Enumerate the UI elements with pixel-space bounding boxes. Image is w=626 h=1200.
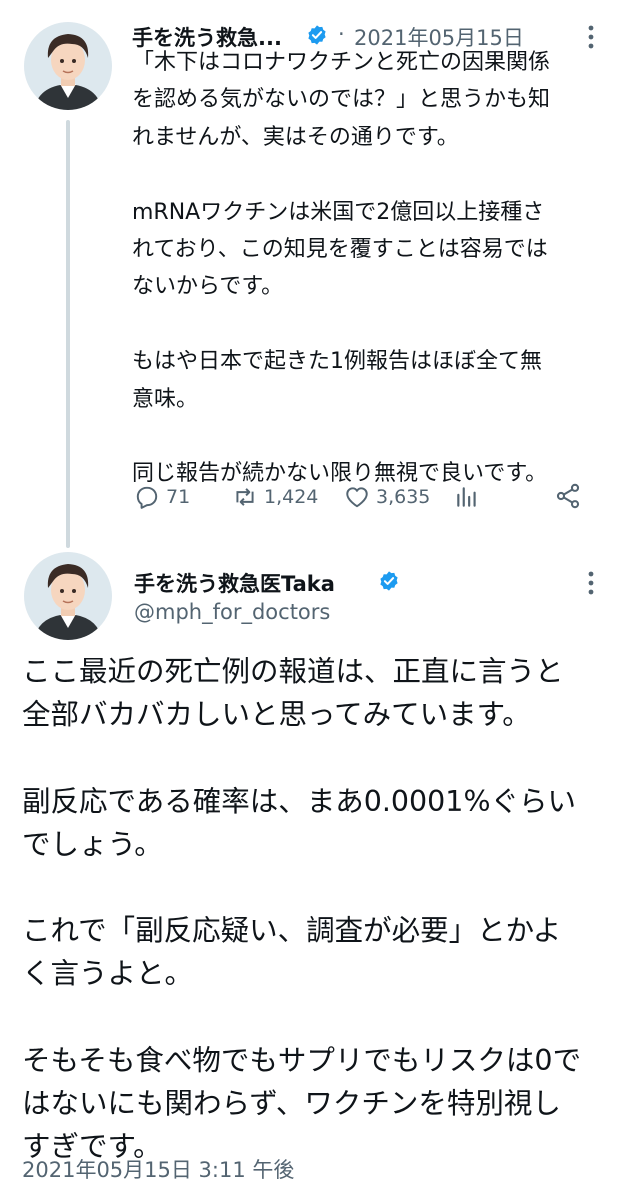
reply-icon [136,486,158,509]
more-icon[interactable] [586,570,596,596]
retweet-action[interactable]: 1,424 [232,480,318,514]
separator-dot: · [338,22,345,46]
verified-badge-icon [380,571,398,591]
tweet-text: 「木下はコロナワクチンと死亡の因果関係 を認める気がないのでは？」と思うかも知 … [132,50,551,487]
tweet-text: ここ最近の死亡例の報道は、正直に言うと 全部バカバカしいと思ってみています。 副… [22,655,582,1164]
avatar[interactable] [24,22,112,110]
verified-badge-icon [308,25,326,45]
like-icon [346,487,368,508]
analytics-icon[interactable] [454,484,480,510]
like-count: 3,635 [376,486,431,508]
share-icon[interactable] [554,482,582,510]
like-action[interactable]: 3,635 [344,480,430,514]
tweet-timestamp[interactable]: 2021年05月15日 3:11 午後 [22,1154,294,1184]
reply-action[interactable]: 71 [134,480,190,514]
avatar[interactable] [24,552,112,640]
thread-line [66,120,70,548]
reply-count: 71 [166,486,191,508]
user-handle[interactable]: @mph_for_doctors [134,600,330,624]
retweet-icon [236,488,254,506]
retweet-count: 1,424 [264,486,319,508]
author-name[interactable]: 手を洗う救急医Taka [134,568,335,598]
